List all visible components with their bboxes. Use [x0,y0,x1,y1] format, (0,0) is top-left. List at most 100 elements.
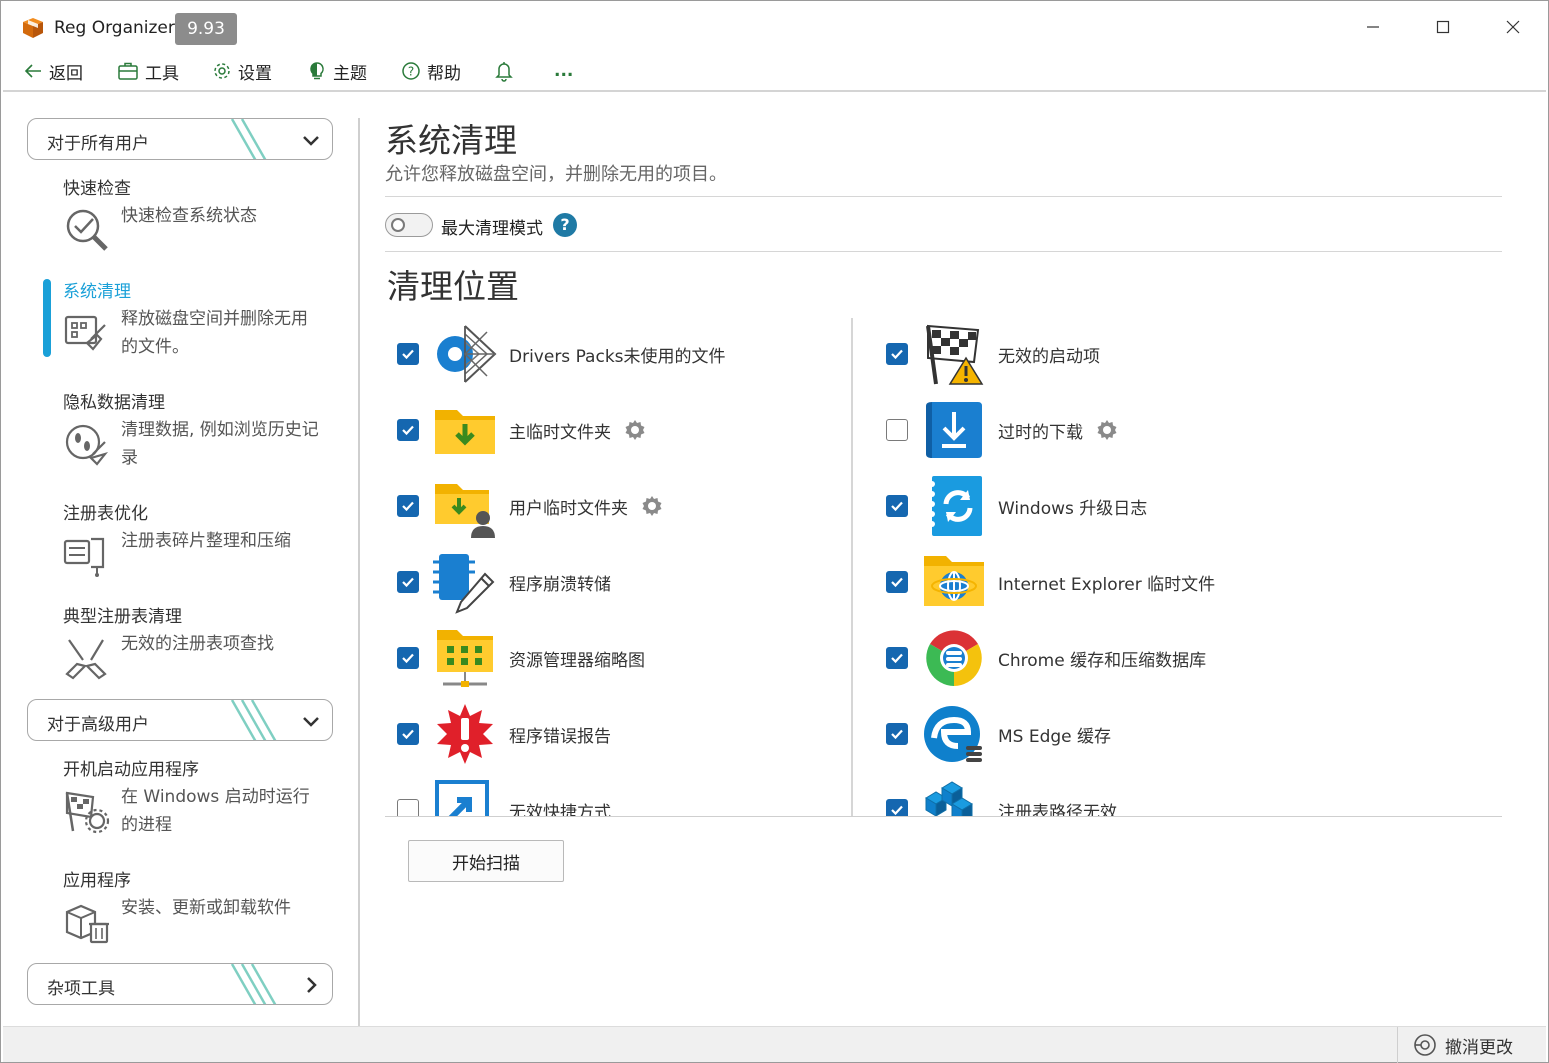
main-panel: 系统清理 允许您释放磁盘空间，并删除无用的项目。 最大清理模式 ? 清理位置 D… [361,92,1548,1026]
divider [385,196,1502,197]
help-icon[interactable]: ? [553,213,577,237]
close-icon [1506,20,1520,34]
menu-tools[interactable]: 工具 [117,57,179,85]
sidebar-item-registry-clean[interactable]: 典型注册表清理 无效的注册表项查找 [63,606,343,680]
thumbnails-icon [433,626,497,690]
clean-item-row[interactable]: Windows 升级日志 [886,474,1147,538]
sidebar-item-desc: 无效的注册表项查找 [121,634,274,654]
item-label: 过时的下载 [998,422,1083,443]
clean-item-row[interactable]: Chrome 缓存和压缩数据库 [886,626,1206,690]
item-checkbox[interactable] [886,647,908,669]
item-settings-gear-icon[interactable] [623,418,647,442]
page-title: 系统清理 [385,121,517,160]
sidebar-item-system-clean[interactable]: 系统清理 释放磁盘空间并删除无用的文件。 [63,281,343,357]
item-checkbox[interactable] [886,343,908,365]
item-checkbox[interactable] [397,495,419,517]
clean-item-row[interactable]: 无效的启动项 [886,322,1100,386]
check-icon [402,349,414,360]
edge-icon [922,702,986,766]
sidebar-item-desc: 在 Windows 启动时运行的进程 [121,787,310,835]
clean-locations-list[interactable]: Drivers Packs未使用的文件主临时文件夹 用户临时文件夹程序崩溃转储资源… [385,318,1502,816]
sidebar-item-desc: 注册表碎片整理和压缩 [121,531,291,551]
section-all-users[interactable]: 对于所有用户 [27,118,333,160]
app-window: Reg Organizer 9.93 返回 工具 设置 主题 ? 帮助 ... … [0,0,1549,1063]
footprint-broom-icon [65,424,109,466]
sidebar-item-desc: 清理数据, 例如浏览历史记录 [121,420,319,468]
menu-settings[interactable]: 设置 [212,57,272,85]
clean-item-row[interactable]: 程序崩溃转储 [397,550,611,614]
item-label: 无效快捷方式 [509,802,611,817]
item-checkbox[interactable] [886,419,908,441]
item-checkbox[interactable] [397,647,419,669]
sidebar-item-startup-apps[interactable]: 开机启动应用程序 在 Windows 启动时运行的进程 [63,759,343,835]
start-scan-button[interactable]: 开始扫描 [408,840,564,882]
item-checkbox[interactable] [886,799,908,816]
check-icon [402,577,414,588]
list-bottom-border [385,816,1502,817]
lightbulb-icon [310,62,324,80]
clean-item-row[interactable]: 资源管理器缩略图 [397,626,645,690]
sidebar-item-title: 隐私数据清理 [63,393,165,413]
sidebar-item-applications[interactable]: 应用程序 安装、更新或卸载软件 [63,870,343,944]
maximize-button[interactable] [1413,7,1473,47]
item-label: 程序崩溃转储 [509,574,611,595]
menu-theme[interactable]: 主题 [307,57,367,85]
sidebar-item-title: 应用程序 [63,871,131,891]
undo-target-icon [1414,1034,1436,1056]
item-checkbox[interactable] [397,419,419,441]
item-settings-gear-icon[interactable] [640,494,664,518]
undo-changes-button[interactable]: 撤消更改 [1413,1031,1513,1059]
stripes-decoration-icon [230,964,277,1004]
sidebar-item-desc: 安装、更新或卸载软件 [121,898,291,918]
item-checkbox[interactable] [397,723,419,745]
clean-item-row[interactable]: 过时的下载 [886,398,1119,462]
sidebar-item-registry-optimize[interactable]: 注册表优化 注册表碎片整理和压缩 [63,503,343,577]
max-mode-toggle[interactable] [385,213,433,237]
gear-icon [214,63,230,79]
drivers-packs-icon [433,322,497,386]
section-advanced-users[interactable]: 对于高级用户 [27,699,333,741]
check-icon [891,653,903,664]
toolbox-icon [118,62,138,80]
item-checkbox[interactable] [886,571,908,593]
clean-item-row[interactable]: Internet Explorer 临时文件 [886,550,1215,614]
notifications-button[interactable] [494,57,514,85]
item-settings-gear-icon[interactable] [1095,418,1119,442]
chevron-down-icon [303,136,319,146]
clean-item-row[interactable]: 用户临时文件夹 [397,474,664,538]
sidebar-item-privacy-clean[interactable]: 隐私数据清理 清理数据, 例如浏览历史记录 [63,392,343,468]
check-icon [891,577,903,588]
magnifier-check-icon [66,209,108,251]
minimize-button[interactable] [1343,7,1403,47]
chevron-down-icon [303,717,319,727]
item-checkbox[interactable] [886,495,908,517]
menu-theme-label: 主题 [333,63,367,84]
user-temp-folder-icon [433,474,497,538]
registry-path-icon [922,778,986,816]
item-checkbox[interactable] [397,343,419,365]
item-checkbox[interactable] [397,799,419,816]
menu-bar: 返回 工具 设置 主题 ? 帮助 ... [1,53,1548,89]
stripes-decoration-icon [230,119,267,159]
clean-item-row[interactable]: MS Edge 缓存 [886,702,1111,766]
close-button[interactable] [1483,7,1543,47]
item-label: Drivers Packs未使用的文件 [509,346,726,367]
sidebar-item-title: 典型注册表清理 [63,607,182,627]
sidebar-item-desc: 释放磁盘空间并删除无用的文件。 [121,309,308,357]
sidebar-item-quick-check[interactable]: 快速检查 快速检查系统状态 [63,178,343,251]
clean-item-row[interactable]: 注册表路径无效 [886,778,1117,816]
more-menu-button[interactable]: ... [554,57,573,85]
clean-item-row[interactable]: 无效快捷方式 [397,778,611,816]
section-misc-tools[interactable]: 杂项工具 [27,963,333,1005]
menu-help[interactable]: ? 帮助 [401,57,461,85]
item-checkbox[interactable] [886,723,908,745]
clean-item-row[interactable]: 主临时文件夹 [397,398,647,462]
stripes-decoration-icon [230,700,277,740]
menu-back[interactable]: 返回 [23,57,83,85]
clean-item-row[interactable]: Drivers Packs未使用的文件 [397,322,726,386]
item-checkbox[interactable] [397,571,419,593]
check-icon [402,425,414,436]
status-bar: 撤消更改 [3,1026,1546,1063]
clean-item-row[interactable]: 程序错误报告 [397,702,611,766]
sidebar-item-title: 快速检查 [63,179,131,199]
